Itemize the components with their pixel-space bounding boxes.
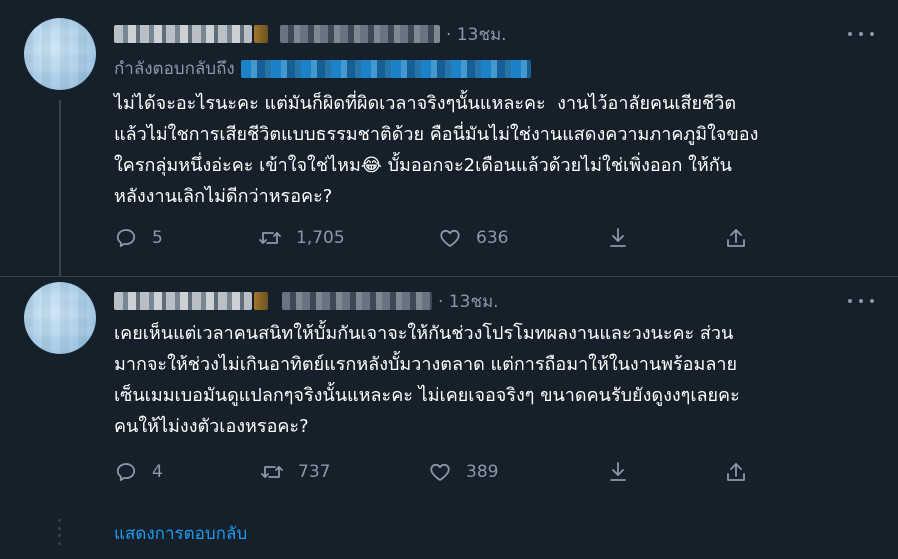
like-button[interactable]: 636 — [438, 223, 508, 253]
username-redacted[interactable] — [280, 25, 440, 43]
like-icon — [440, 229, 460, 247]
display-name-redacted[interactable] — [114, 292, 252, 310]
tweet-actions: 5 1,705 636 — [114, 223, 754, 253]
share-button[interactable] — [724, 457, 762, 487]
download-icon — [610, 462, 626, 481]
avatar[interactable] — [24, 18, 96, 90]
reply-count: 4 — [152, 462, 163, 482]
badge-redacted — [254, 25, 268, 43]
thread-dots — [58, 519, 62, 545]
replying-to-handle-redacted[interactable] — [240, 59, 531, 78]
display-name-redacted[interactable] — [114, 25, 252, 43]
thread-line — [59, 100, 61, 277]
more-icon[interactable] — [848, 24, 874, 44]
replying-to: กำลังตอบกลับถึง — [114, 55, 531, 82]
like-count: 636 — [476, 228, 509, 248]
like-icon — [430, 463, 450, 481]
retweet-button[interactable]: 1,705 — [258, 223, 345, 253]
like-button[interactable]: 389 — [428, 457, 498, 487]
show-replies-link[interactable]: แสดงการตอบกลับ — [114, 520, 247, 547]
download-button[interactable] — [606, 223, 644, 253]
replying-to-label: กำลังตอบกลับถึง — [114, 59, 235, 79]
tweet-text: ไม่ได้จะอะไรนะคะ แต่มันก็ผิดที่ผิดเวลาจร… — [114, 93, 759, 207]
timestamp[interactable]: · 13ชม. — [446, 21, 507, 48]
timestamp[interactable]: · 13ชม. — [438, 288, 499, 315]
tweet-header: · 13ชม. — [114, 22, 507, 46]
retweet-icon — [259, 232, 281, 244]
reply-icon — [116, 463, 136, 481]
tweet[interactable]: · 13ชม. เคยเห็นแต่เวลาคนสนิทให้บั้มกันเจ… — [0, 277, 898, 509]
retweet-button[interactable]: 737 — [260, 457, 330, 487]
like-count: 389 — [466, 462, 499, 482]
more-icon[interactable] — [848, 291, 874, 311]
reply-count: 5 — [152, 228, 163, 248]
share-icon — [727, 229, 745, 247]
badge-redacted — [254, 292, 268, 310]
tweet-header: · 13ชม. — [114, 289, 499, 313]
retweet-count: 737 — [298, 462, 331, 482]
share-icon — [727, 463, 745, 481]
reply-button[interactable]: 5 — [114, 223, 163, 253]
download-button[interactable] — [606, 457, 644, 487]
share-button[interactable] — [724, 223, 762, 253]
reply-icon — [116, 229, 136, 247]
tweet-actions: 4 737 389 — [114, 457, 754, 487]
retweet-count: 1,705 — [296, 228, 345, 248]
reply-button[interactable]: 4 — [114, 457, 163, 487]
download-icon — [610, 228, 626, 247]
avatar[interactable] — [24, 282, 96, 354]
username-redacted[interactable] — [282, 292, 432, 310]
tweet-text: เคยเห็นแต่เวลาคนสนิทให้บั้มกันเจาจะให้กั… — [114, 323, 740, 437]
retweet-icon — [261, 466, 283, 478]
tweet[interactable]: · 13ชม. กำลังตอบกลับถึง ไม่ได้จะอะไรนะคะ… — [0, 0, 898, 277]
